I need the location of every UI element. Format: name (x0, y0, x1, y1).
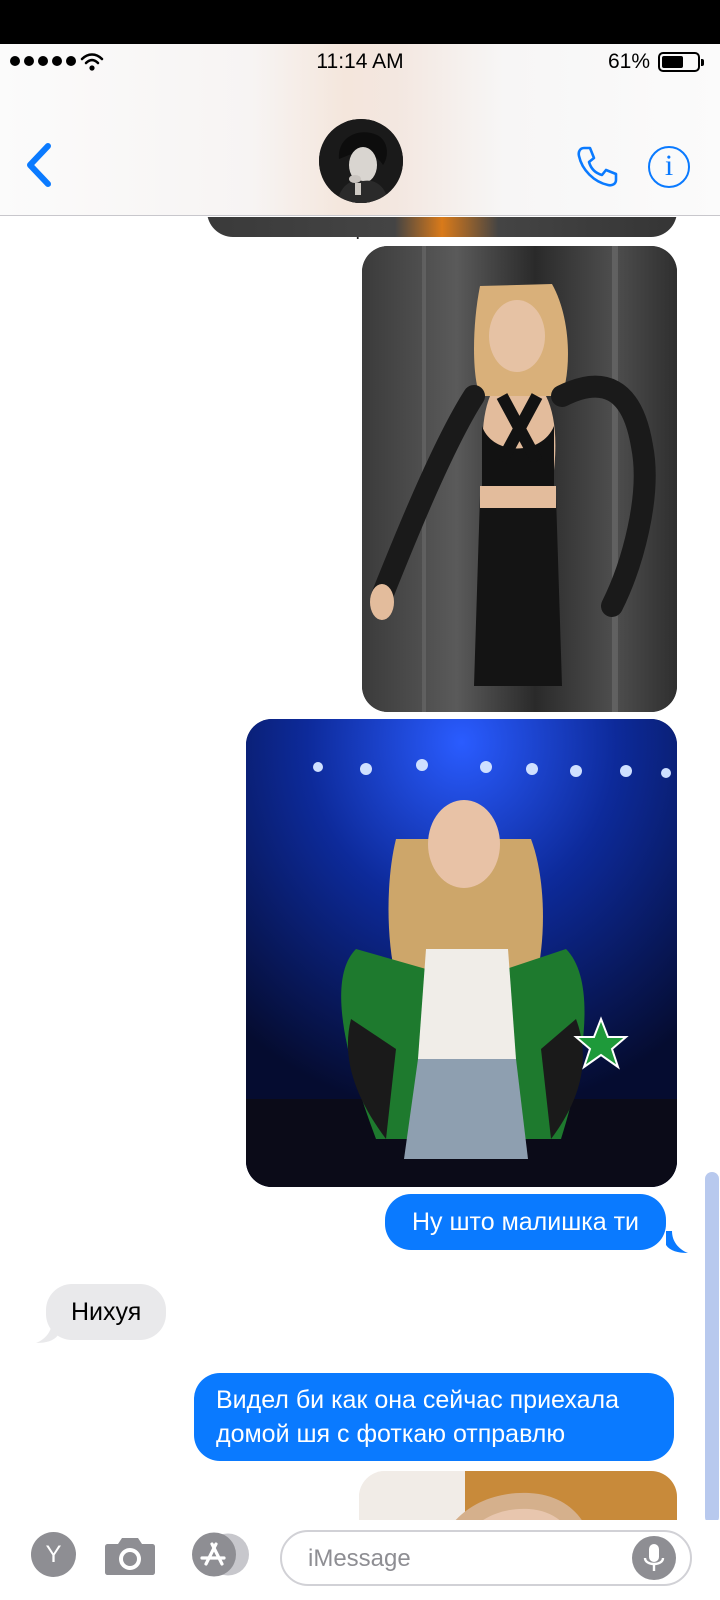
message-input[interactable]: iMessage (280, 1530, 692, 1586)
info-icon[interactable]: i (648, 146, 690, 188)
bubble-tail (36, 1321, 58, 1343)
incoming-message[interactable]: Нихуя (46, 1284, 167, 1340)
composer-bar: Y iMessage (0, 1520, 720, 1600)
scroll-indicator[interactable] (705, 1172, 719, 1520)
image-message-partial-top[interactable] (207, 217, 677, 237)
bubble-tail (666, 1231, 688, 1253)
contact-avatar[interactable] (319, 119, 403, 203)
back-chevron-icon[interactable] (22, 140, 56, 190)
status-bar: 11:14 AM 61% (0, 44, 720, 78)
phone-icon[interactable] (574, 144, 618, 188)
microphone-icon[interactable] (632, 1536, 676, 1580)
app-store-icon[interactable] (190, 1532, 252, 1577)
image-message[interactable] (246, 719, 677, 1187)
device-top-bar (0, 0, 720, 44)
camera-icon[interactable] (104, 1532, 156, 1576)
message-input-placeholder: iMessage (308, 1545, 411, 1572)
battery-percent: 61% (607, 50, 650, 73)
outgoing-message[interactable]: Видел би как она сейчас приехала домой ш… (194, 1373, 674, 1461)
message-list[interactable]: Ну што малишка ти Нихуя Видел би как она… (0, 217, 720, 1520)
image-message[interactable] (362, 246, 677, 712)
apps-button[interactable]: Y (31, 1532, 76, 1577)
image-message-partial-bottom[interactable] (359, 1471, 677, 1520)
outgoing-message[interactable]: Ну што малишка ти (385, 1194, 667, 1250)
battery-icon (658, 52, 704, 72)
